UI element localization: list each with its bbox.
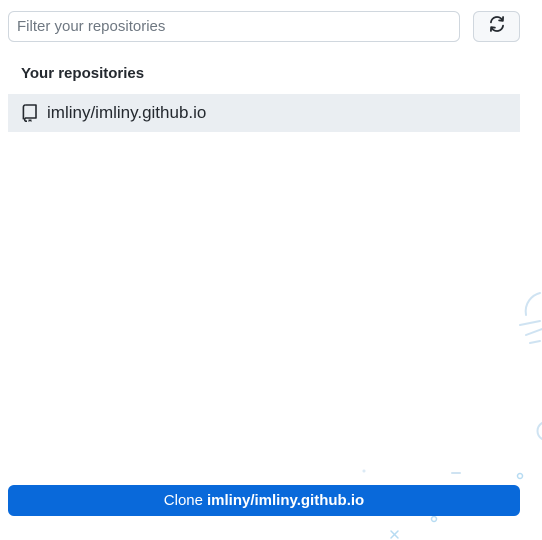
sync-icon [488,15,506,38]
repository-list-item[interactable]: imliny/imliny.github.io [8,94,520,132]
repository-list: imliny/imliny.github.io [8,94,520,132]
section-heading-your-repositories: Your repositories [21,65,145,82]
clone-button-label: Clone [163,492,203,509]
clone-button-repo-name: imliny/imliny.github.io [206,492,365,509]
repo-icon [21,103,39,123]
clone-button[interactable]: Clone imliny/imliny.github.io [8,485,520,516]
refresh-button[interactable] [473,11,520,42]
repository-name: imliny/imliny.github.io [47,103,207,122]
clone-repository-panel: Your repositories imliny/imliny.github.i… [0,0,542,540]
filter-repositories-input[interactable] [8,11,460,42]
